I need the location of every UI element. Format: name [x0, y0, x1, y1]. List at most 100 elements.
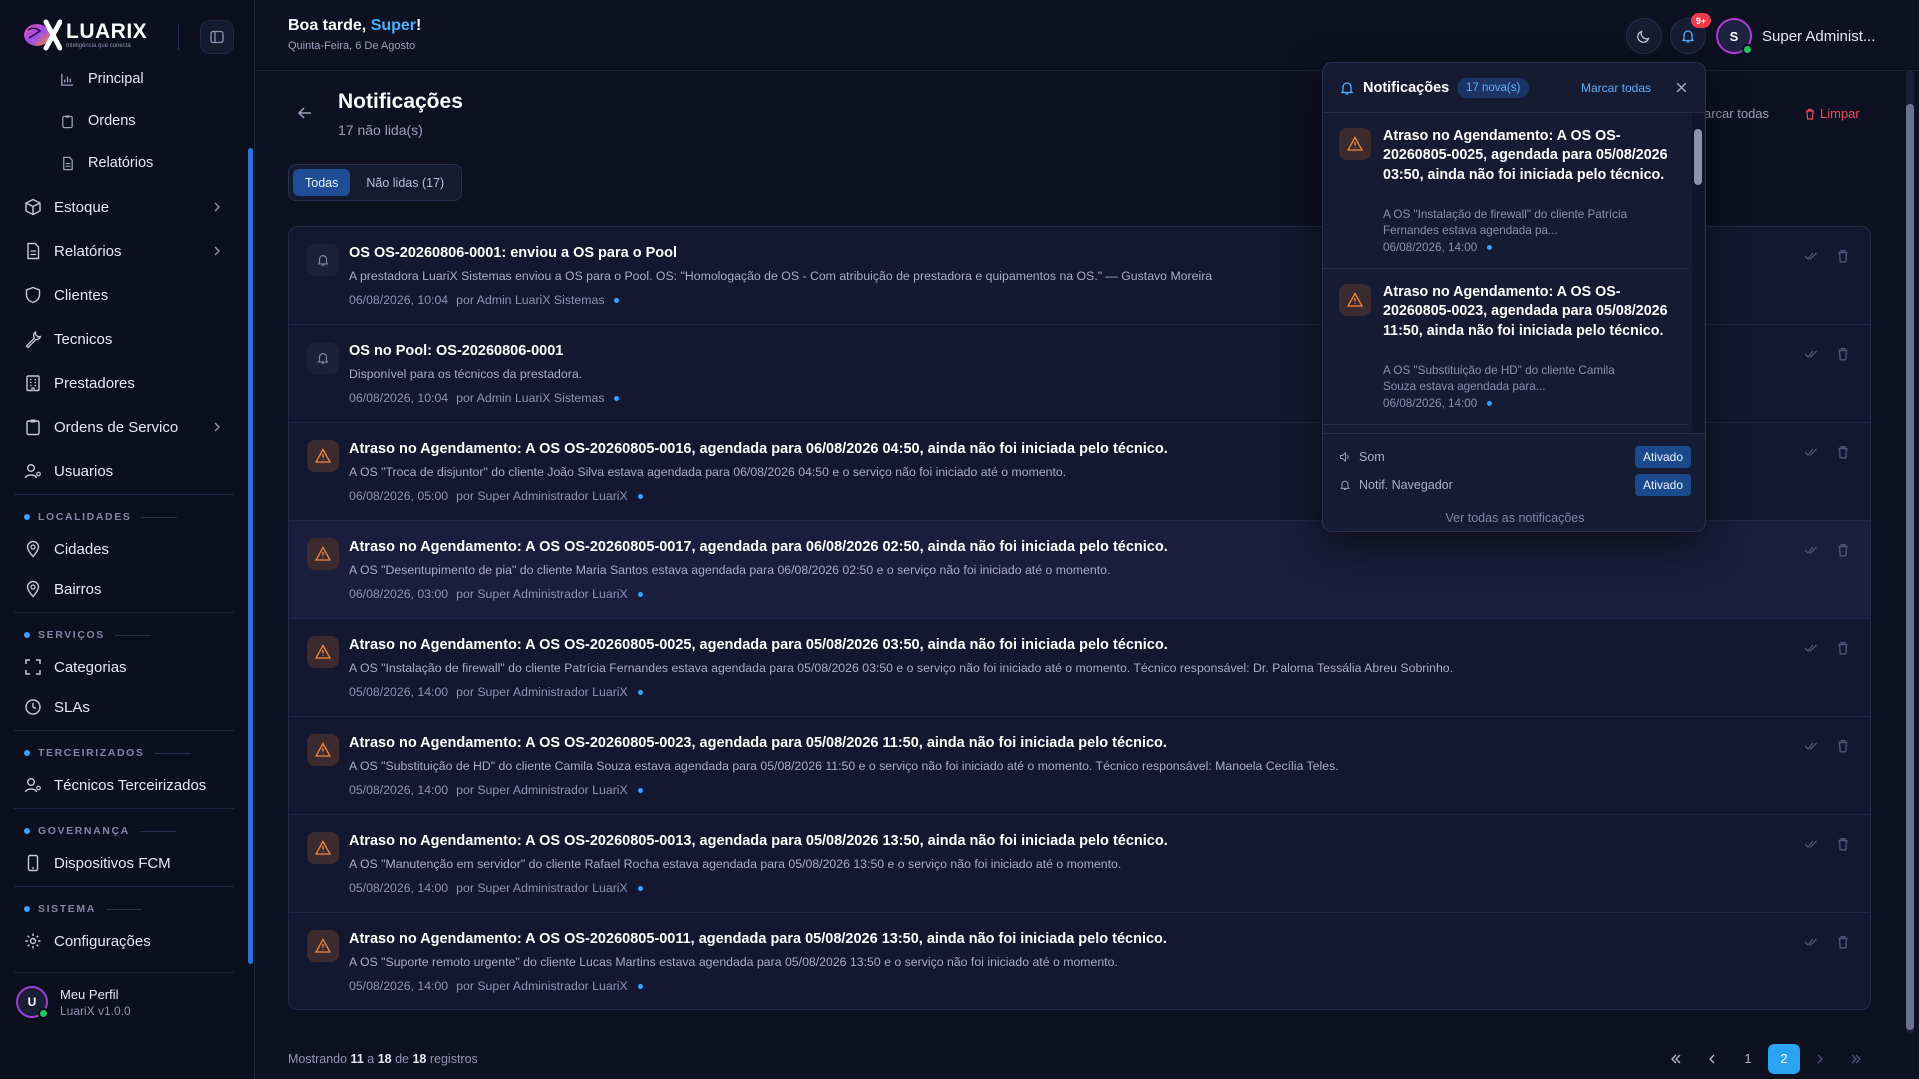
notification-date: 06/08/2026, 03:00: [349, 587, 449, 601]
section-sistema: SISTEMA: [24, 903, 142, 915]
sidebar-item-cidades[interactable]: Cidades: [0, 532, 240, 566]
warning-icon: [315, 644, 331, 659]
notifications-button[interactable]: 9+: [1670, 13, 1711, 54]
delete-button[interactable]: [1836, 445, 1850, 459]
delete-button[interactable]: [1836, 543, 1850, 557]
delete-button[interactable]: [1836, 935, 1850, 949]
chevron-right-icon: [214, 202, 220, 212]
brand-name: LUARIX: [66, 20, 148, 43]
dropdown-notification-item[interactable]: Atraso no Agendamento: A OS OS-20260805-…: [1323, 269, 1689, 425]
sidebar-item-prestadores[interactable]: Prestadores: [0, 366, 240, 400]
last-page-button[interactable]: [1840, 1044, 1872, 1074]
sound-toggle[interactable]: Ativado: [1634, 446, 1691, 468]
user-menu-button[interactable]: S Super Administ...: [1716, 18, 1875, 55]
profile-link[interactable]: U Meu Perfil LuariX v1.0.0: [16, 986, 131, 1019]
dropdown-list: Atraso no Agendamento: A OS OS-20260805-…: [1323, 113, 1705, 433]
nav-divider: [14, 730, 234, 731]
clear-label: Limpar: [1820, 106, 1860, 121]
notification-row[interactable]: Atraso no Agendamento: A OS OS-20260805-…: [289, 913, 1870, 1009]
check-double-icon: [1804, 448, 1817, 456]
page-button-current[interactable]: 2: [1768, 1044, 1800, 1074]
row-actions: [1804, 249, 1850, 263]
mark-read-button[interactable]: [1804, 641, 1818, 655]
notification-row[interactable]: Atraso no Agendamento: A OS OS-20260805-…: [289, 619, 1870, 717]
notification-author: por Super Administrador LuariX: [456, 489, 628, 503]
mark-read-button[interactable]: [1804, 347, 1818, 361]
mark-read-button[interactable]: [1804, 935, 1818, 949]
theme-toggle-button[interactable]: [1626, 18, 1662, 54]
page-scrollbar[interactable]: [1906, 104, 1914, 1030]
sidebar-item-bairros[interactable]: Bairros: [0, 572, 240, 606]
prev-page-button[interactable]: [1696, 1044, 1728, 1074]
view-all-notifications-link[interactable]: Ver todas as notificações: [1323, 511, 1705, 525]
sidebar-item-label: Dispositivos FCM: [54, 854, 171, 872]
sidebar-item-usuarios[interactable]: Usuarios: [0, 454, 240, 488]
brand-logo[interactable]: LUARIX Inteligência que conecta: [22, 18, 147, 52]
notification-meta: 06/08/2026, 03:00 por Super Administrado…: [349, 587, 643, 601]
sidebar-item-relatorios[interactable]: Relatórios: [0, 234, 240, 268]
tab-nao-lidas[interactable]: Não lidas (17): [354, 169, 456, 196]
sidebar-item-ordens-de-servico[interactable]: Ordens de Servico: [0, 410, 240, 444]
close-icon[interactable]: [1675, 81, 1688, 94]
delete-button[interactable]: [1836, 641, 1850, 655]
pagination-from: 11: [350, 1052, 364, 1066]
sidebar-collapse-button[interactable]: [200, 20, 234, 54]
dropdown-mark-all-button[interactable]: Marcar todas: [1581, 81, 1651, 95]
sidebar-item-tecnicos-terceirizados[interactable]: Técnicos Terceirizados: [0, 768, 240, 802]
browser-notif-toggle[interactable]: Ativado: [1634, 474, 1691, 496]
gear-icon: [25, 933, 41, 949]
dropdown-item-time: 06/08/2026, 14:00: [1383, 397, 1493, 410]
notification-author: por Super Administrador LuariX: [456, 587, 628, 601]
sidebar-item-slas[interactable]: SLAs: [0, 690, 240, 724]
delete-button[interactable]: [1836, 739, 1850, 753]
delete-button[interactable]: [1836, 837, 1850, 851]
sidebar-subitem-label: Relatórios: [88, 155, 154, 171]
sidebar-item-label: Ordens de Servico: [54, 418, 179, 436]
file-icon: [63, 156, 73, 170]
sidebar-item-estoque[interactable]: Estoque: [0, 190, 240, 224]
section-terceirizados: TERCEIRIZADOS: [24, 747, 191, 759]
delete-button[interactable]: [1836, 249, 1850, 263]
sidebar-item-dispositivos-fcm[interactable]: Dispositivos FCM: [0, 846, 240, 880]
mark-read-button[interactable]: [1804, 543, 1818, 557]
mark-read-button[interactable]: [1804, 739, 1818, 753]
sidebar-subitem-relatorios[interactable]: Relatórios: [0, 146, 240, 180]
sidebar-item-clientes[interactable]: Clientes: [0, 278, 240, 312]
mark-read-button[interactable]: [1804, 837, 1818, 851]
dropdown-notification-item[interactable]: Atraso no Agendamento: A OS OS-20260805-…: [1323, 113, 1689, 269]
sidebar-subitem-principal[interactable]: Principal: [0, 62, 240, 96]
sidebar-item-categorias[interactable]: Categorias: [0, 650, 240, 684]
sidebar-subitem-label: Ordens: [88, 113, 136, 129]
mark-read-button[interactable]: [1804, 249, 1818, 263]
sidebar-scrollbar[interactable]: [248, 148, 253, 964]
mark-read-button[interactable]: [1804, 445, 1818, 459]
back-arrow-icon[interactable]: [296, 104, 314, 122]
dropdown-item-title: Atraso no Agendamento: A OS OS-20260805-…: [1383, 128, 1668, 183]
new-count-badge: 17 nova(s): [1457, 78, 1530, 98]
check-double-icon: [1804, 938, 1817, 946]
notification-row[interactable]: Atraso no Agendamento: A OS OS-20260805-…: [289, 717, 1870, 815]
page-button[interactable]: 1: [1732, 1044, 1764, 1074]
tab-todas[interactable]: Todas: [293, 169, 351, 196]
notification-row[interactable]: Atraso no Agendamento: A OS OS-20260805-…: [289, 815, 1870, 913]
dropdown-scrollbar[interactable]: [1694, 129, 1702, 185]
sidebar-item-tecnicos[interactable]: Tecnicos: [0, 322, 240, 356]
sidebar-item-configuracoes[interactable]: Configurações: [0, 924, 240, 958]
profile-name: Meu Perfil: [60, 986, 119, 1002]
next-page-button[interactable]: [1804, 1044, 1836, 1074]
clear-button[interactable]: Limpar: [1804, 106, 1860, 121]
notification-type-icon: [307, 538, 339, 570]
notification-meta: 06/08/2026, 05:00 por Super Administrado…: [349, 489, 643, 503]
notification-title: Atraso no Agendamento: A OS OS-20260805-…: [349, 735, 1167, 751]
sidebar-subitem-ordens[interactable]: Ordens: [0, 104, 240, 138]
wrench-icon: [25, 330, 42, 348]
avatar-initial: U: [27, 995, 37, 1009]
section-localidades: LOCALIDADES: [24, 511, 178, 523]
delete-button[interactable]: [1836, 347, 1850, 361]
first-page-button[interactable]: [1660, 1044, 1692, 1074]
notification-title: Atraso no Agendamento: A OS OS-20260805-…: [349, 833, 1168, 849]
sidebar-item-label: Técnicos Terceirizados: [54, 776, 207, 794]
notification-type-icon: [307, 440, 339, 472]
mark-all-read-button[interactable]: arcar todas: [1704, 106, 1769, 121]
notification-row[interactable]: Atraso no Agendamento: A OS OS-20260805-…: [289, 521, 1870, 619]
